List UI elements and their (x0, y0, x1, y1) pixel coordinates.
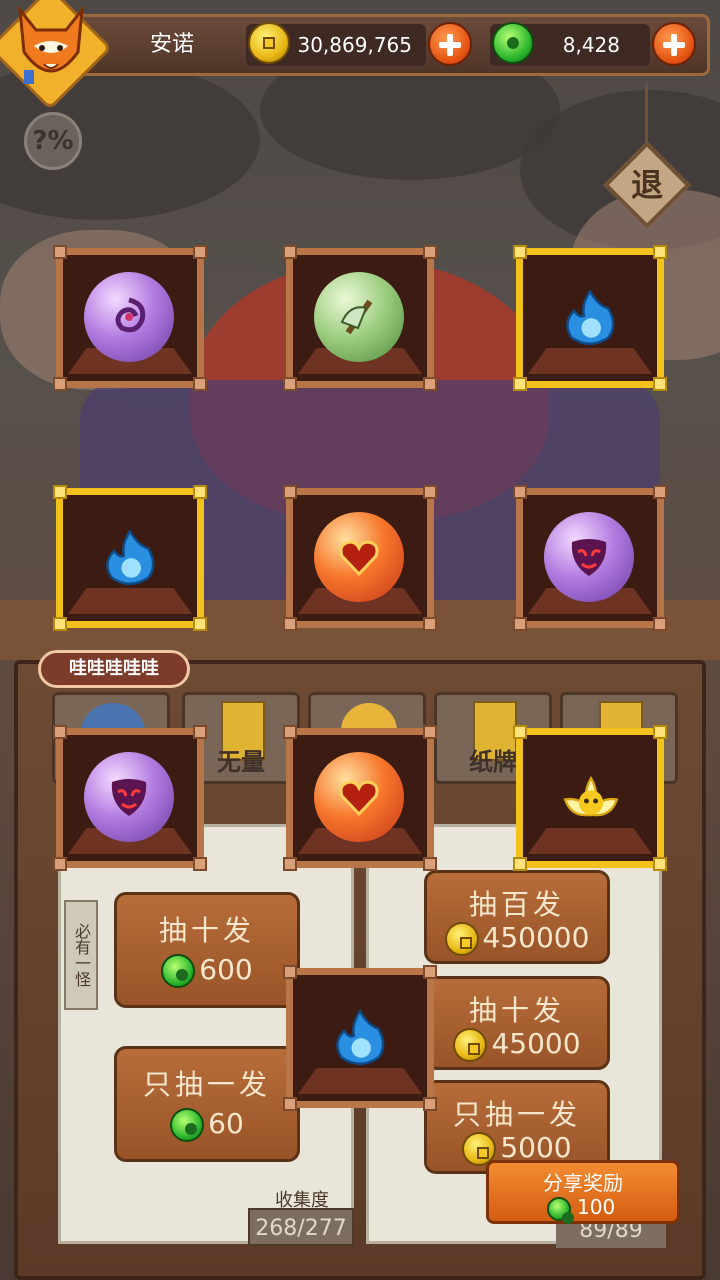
draw-price: 60 (208, 1107, 244, 1140)
frame-corner (53, 857, 67, 871)
reward-card[interactable] (513, 245, 667, 391)
gold-amount: 30,869,765 (297, 33, 412, 57)
reward-card[interactable] (53, 725, 207, 871)
frame-corner (53, 377, 67, 391)
exit-button[interactable]: 退 (603, 141, 691, 229)
frame-corner (423, 725, 437, 739)
purple-mask-orb-icon (544, 512, 634, 602)
jade-coin-icon (161, 954, 196, 988)
help-button[interactable]: ?% (24, 112, 82, 170)
reward-card[interactable] (283, 725, 437, 871)
fox-avatar-icon[interactable] (14, 6, 88, 90)
purple-spiral-orb-icon (84, 272, 174, 362)
frame-corner (513, 617, 527, 631)
reward-card[interactable] (513, 725, 667, 871)
frame-corner (53, 617, 67, 631)
frame-corner (513, 377, 527, 391)
jade-amount: 8,428 (562, 33, 620, 57)
frame-corner (653, 245, 667, 259)
jade-draw-one-button[interactable]: 只抽一发 60 (114, 1046, 300, 1162)
player-name: 安诺 (149, 32, 194, 57)
jade-coin-icon (547, 1197, 574, 1224)
speech-bubble: 哇哇哇哇哇 (38, 650, 190, 688)
gold-coin-icon (444, 922, 479, 956)
gold-coin-icon (453, 1028, 488, 1062)
frame-corner (53, 485, 67, 499)
reward-card[interactable] (513, 485, 667, 631)
frame-corner (423, 857, 437, 871)
blue-flame-icon (84, 512, 174, 602)
draw-price: 600 (199, 953, 253, 986)
gold-draw-hundred-button[interactable]: 抽百发 450000 (424, 870, 610, 964)
frame-corner (193, 485, 207, 499)
top-bar: 安诺 30,869,765 8,428 (0, 0, 720, 111)
reward-card[interactable] (53, 245, 207, 391)
frame-corner (193, 377, 207, 391)
frame-corner (423, 245, 437, 259)
reward-card[interactable] (283, 485, 437, 631)
frame-corner (423, 1097, 437, 1111)
frame-corner (653, 725, 667, 739)
frame-corner (423, 485, 437, 499)
reward-card[interactable] (283, 245, 437, 391)
frame-corner (423, 965, 437, 979)
frame-corner (283, 965, 297, 979)
fire-heart-orb-icon (314, 752, 404, 842)
frame-corner (283, 725, 297, 739)
frame-corner (193, 245, 207, 259)
share-label: 分享奖励 (543, 1171, 623, 1195)
frame-corner (283, 617, 297, 631)
guarantee-banner: 必有一怪 (64, 900, 98, 1010)
draw-title: 抽十发 (468, 994, 565, 1027)
frame-corner (653, 485, 667, 499)
fire-heart-orb-icon (314, 512, 404, 602)
yellow-lotus-icon (544, 752, 634, 842)
frame-corner (423, 617, 437, 631)
share-amount: 100 (577, 1195, 616, 1219)
frame-corner (53, 725, 67, 739)
frame-corner (513, 245, 527, 259)
reward-card[interactable] (53, 485, 207, 631)
frame-corner (283, 377, 297, 391)
frame-corner (193, 725, 207, 739)
collection-count: 268/277 (248, 1208, 354, 1246)
frame-corner (53, 245, 67, 259)
exit-label: 退 (630, 166, 663, 204)
frame-corner (283, 1097, 297, 1111)
exit-sign-string (645, 84, 648, 144)
frame-corner (653, 857, 667, 871)
jade-draw-ten-button[interactable]: 抽十发 600 (114, 892, 300, 1008)
draw-title: 抽百发 (468, 888, 565, 921)
frame-corner (513, 725, 527, 739)
draw-price: 45000 (491, 1027, 581, 1060)
blue-flame-icon (314, 992, 404, 1082)
frame-corner (653, 617, 667, 631)
frame-corner (513, 857, 527, 871)
draw-title: 只抽一发 (142, 1068, 271, 1101)
add-gold-button[interactable] (428, 22, 472, 66)
jade-coin-icon (492, 22, 534, 64)
frame-corner (283, 857, 297, 871)
draw-price: 450000 (482, 921, 590, 954)
blue-flame-icon (544, 272, 634, 362)
frame-corner (193, 857, 207, 871)
share-reward-button[interactable]: 分享奖励 100 (486, 1160, 680, 1224)
frame-corner (283, 485, 297, 499)
add-jade-button[interactable] (652, 22, 696, 66)
jade-coin-icon (170, 1108, 205, 1142)
green-axe-orb-icon (314, 272, 404, 362)
draw-title: 只抽一发 (452, 1098, 581, 1131)
gold-draw-ten-button[interactable]: 抽十发 45000 (424, 976, 610, 1070)
draw-title: 抽十发 (158, 914, 255, 947)
frame-corner (653, 377, 667, 391)
frame-corner (193, 617, 207, 631)
reward-card[interactable] (283, 965, 437, 1111)
frame-corner (283, 245, 297, 259)
frame-corner (423, 377, 437, 391)
frame-corner (513, 485, 527, 499)
gold-coin-icon (248, 22, 290, 64)
purple-mask-orb-icon (84, 752, 174, 842)
